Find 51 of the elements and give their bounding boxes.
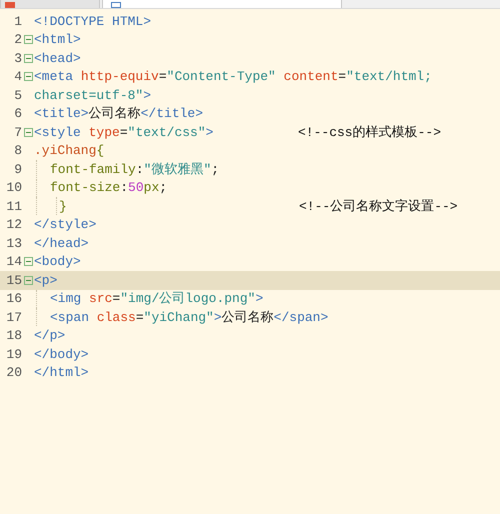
code-text: font-size:50px; (50, 179, 168, 197)
file-icon (111, 2, 121, 8)
line-number: 3 (13, 50, 22, 68)
code-text: charset=utf-8"> (34, 86, 152, 104)
code-text: <style type="text/css"> (34, 124, 214, 142)
line-number: 6 (13, 105, 22, 123)
code-text: </p> (34, 327, 66, 345)
line-number: 11 (5, 198, 22, 216)
line-number: 14 (5, 253, 22, 271)
code-text: <head> (34, 50, 81, 68)
line-number: 8 (13, 142, 22, 160)
line-number: 12 (5, 216, 22, 234)
line-number: 16 (5, 290, 22, 308)
editor-tab[interactable] (0, 0, 100, 8)
collapse-icon[interactable] (24, 54, 32, 63)
code-comment: <!--css的样式模板--> (298, 124, 442, 142)
collapse-icon[interactable] (24, 72, 32, 82)
collapse-icon[interactable] (24, 276, 32, 285)
code-text: </html> (34, 364, 89, 382)
line-number: 10 (5, 179, 22, 197)
line-number: 2 (13, 31, 22, 49)
line-number: 9 (13, 160, 22, 178)
collapse-icon[interactable] (24, 128, 32, 137)
line-number: 13 (5, 234, 22, 252)
line-number: 7 (13, 124, 22, 142)
code-text: } (59, 198, 68, 216)
line-number: 15 (5, 272, 22, 290)
code-text: </head> (34, 234, 89, 252)
code-text: </body> (34, 346, 89, 364)
collapse-icon[interactable] (24, 257, 32, 266)
code-comment: <!--公司名称文字设置--> (299, 198, 458, 216)
code-text: <!DOCTYPE HTML> (34, 12, 152, 30)
code-text: <html> (34, 31, 81, 49)
line-number: 4 (13, 68, 22, 86)
code-text: font-family:"微软雅黑"; (50, 160, 220, 178)
code-text: .yiChang{ (34, 142, 104, 160)
line-number: 5 (13, 86, 22, 104)
line-number: 17 (5, 308, 22, 326)
code-text: <meta http-equiv="Content-Type" content="text/html; (34, 68, 432, 86)
code-text: <p> (34, 272, 58, 290)
app-icon (5, 2, 15, 8)
code-text: </style> (34, 216, 96, 234)
line-number: 20 (5, 364, 22, 382)
line-number: 1 (13, 12, 22, 30)
code-text: <img src="img/公司logo.png"> (50, 290, 264, 308)
code-text: <body> (34, 253, 81, 271)
code-text: <title>公司名称</title> (34, 105, 204, 123)
line-number: 18 (5, 327, 22, 345)
line-number: 19 (5, 346, 22, 364)
code-text: <span class="yiChang">公司名称</span> (50, 308, 328, 326)
collapse-icon[interactable] (24, 35, 32, 44)
